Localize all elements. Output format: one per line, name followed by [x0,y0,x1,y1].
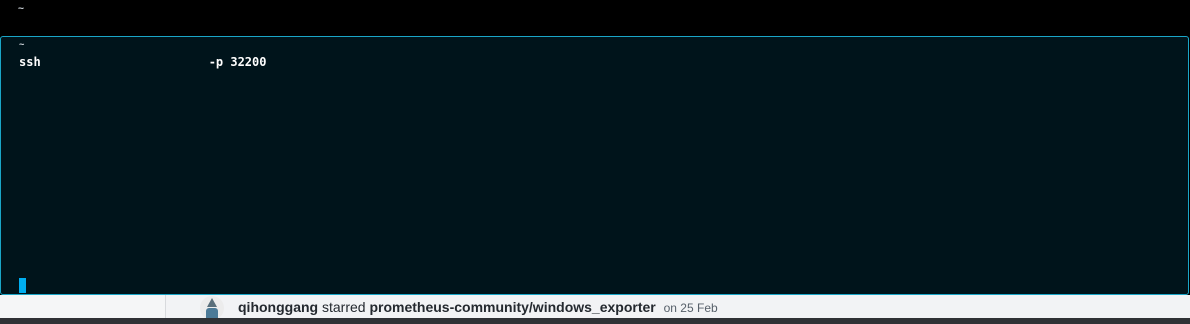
feed-action: starred [321,299,366,315]
bottom-edge [0,318,1190,324]
avatar-hat [207,298,217,307]
terminal-pane[interactable]: ~ ssh -p 32200 [0,36,1189,295]
octocat-avatar-icon[interactable] [200,296,224,320]
feed-date: on 25 Feb [663,301,718,315]
feed-user-link[interactable]: qihonggang [238,299,318,315]
terminal-prompt: ~ [19,40,25,50]
previous-terminal-pane[interactable]: ~ [0,0,1190,37]
command-line: ssh -p 32200 [19,55,266,69]
feed-item: qihonggang starred prometheus-community/… [238,299,718,315]
previous-pane-prompt: ~ [18,3,25,14]
command-name: ssh [19,55,41,69]
command-args: -p 32200 [208,55,267,69]
terminal-cursor[interactable] [19,278,26,293]
feed-repo-link[interactable]: prometheus-community/windows_exporter [369,299,655,315]
